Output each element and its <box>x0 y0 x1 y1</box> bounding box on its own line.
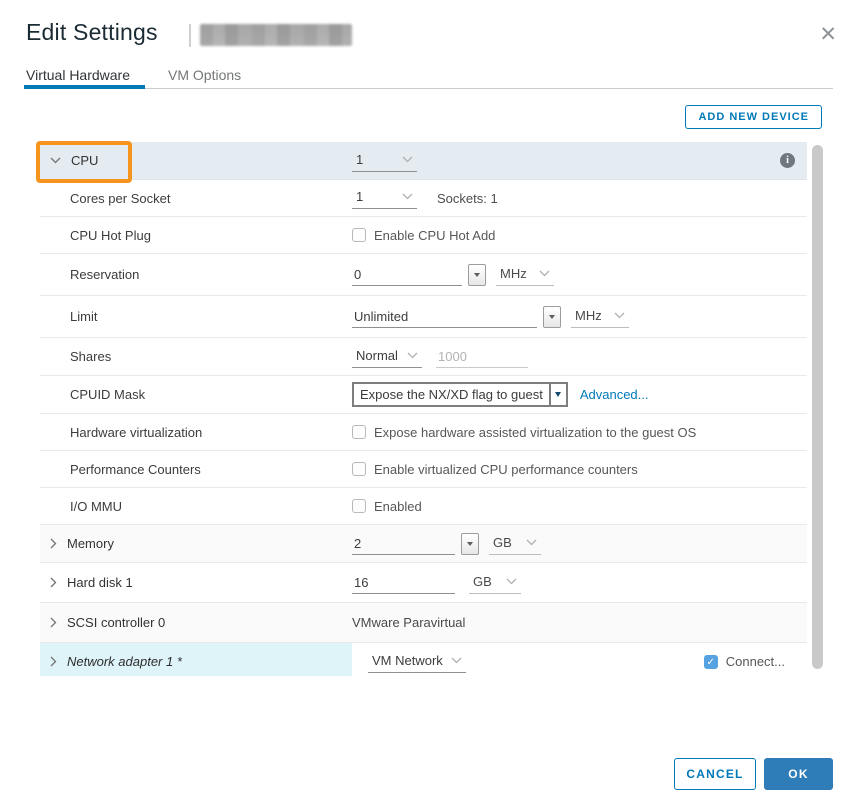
cpu-hot-add-checkbox-label: Enable CPU Hot Add <box>374 228 495 243</box>
network-adapter-label: Network adapter 1 * <box>67 654 182 669</box>
hardware-virtualization-checkbox[interactable] <box>352 425 366 439</box>
memory-unit-select[interactable]: GB <box>489 533 541 555</box>
connect-checkbox[interactable]: ✓ <box>704 655 718 669</box>
row-scsi-controller-0[interactable]: SCSI controller 0 VMware Paravirtual <box>40 603 807 643</box>
chevron-right-icon[interactable] <box>50 656 57 667</box>
scsi-controller-label: SCSI controller 0 <box>67 615 165 630</box>
limit-label: Limit <box>40 309 352 324</box>
cores-per-socket-label: Cores per Socket <box>40 191 352 206</box>
limit-dropdown-button[interactable] <box>543 306 561 328</box>
cpu-count-select[interactable]: 1 <box>352 150 417 172</box>
row-cpuid-mask: CPUID Mask Expose the NX/XD flag to gues… <box>40 376 807 414</box>
chevron-down-icon[interactable] <box>50 157 61 164</box>
page-title: Edit Settings <box>26 19 158 46</box>
virtual-hardware-grid: CPU 1 i Cores per Socket 1 Sockets: 1 <box>40 142 807 676</box>
reservation-input[interactable] <box>352 264 462 286</box>
row-io-mmu: I/O MMU Enabled <box>40 488 807 525</box>
io-mmu-checkbox[interactable] <box>352 499 366 513</box>
row-cpu[interactable]: CPU 1 i <box>40 142 807 180</box>
cores-per-socket-select[interactable]: 1 <box>352 187 417 209</box>
close-icon[interactable]: ✕ <box>819 24 837 45</box>
hardware-virtualization-checkbox-label: Expose hardware assisted virtualization … <box>374 425 696 440</box>
advanced-link[interactable]: Advanced... <box>580 387 649 402</box>
reservation-dropdown-button[interactable] <box>468 264 486 286</box>
row-shares: Shares Normal <box>40 338 807 376</box>
chevron-right-icon[interactable] <box>50 617 57 628</box>
row-performance-counters: Performance Counters Enable virtualized … <box>40 451 807 488</box>
row-hard-disk-1[interactable]: Hard disk 1 GB <box>40 563 807 603</box>
active-tab-underline <box>24 85 145 89</box>
row-reservation: Reservation MHz <box>40 254 807 296</box>
network-select[interactable]: VM Network <box>368 651 466 673</box>
performance-counters-checkbox[interactable] <box>352 462 366 476</box>
vm-name-redacted <box>200 24 352 46</box>
cpu-hot-plug-label: CPU Hot Plug <box>40 228 352 243</box>
performance-counters-label: Performance Counters <box>40 462 352 477</box>
shares-select[interactable]: Normal <box>352 346 422 368</box>
row-cpu-hot-plug: CPU Hot Plug Enable CPU Hot Add <box>40 217 807 254</box>
io-mmu-label: I/O MMU <box>40 499 352 514</box>
memory-dropdown-button[interactable] <box>461 533 479 555</box>
hard-disk-size-input[interactable] <box>352 572 455 594</box>
cpu-label: CPU <box>71 153 98 168</box>
hardware-virtualization-label: Hardware virtualization <box>40 425 352 440</box>
chevron-right-icon[interactable] <box>50 538 57 549</box>
hard-disk-unit-select[interactable]: GB <box>469 572 521 594</box>
title-divider <box>189 24 191 47</box>
scsi-controller-value: VMware Paravirtual <box>352 615 465 630</box>
shares-label: Shares <box>40 349 352 364</box>
hard-disk-1-label: Hard disk 1 <box>67 575 133 590</box>
add-new-device-button[interactable]: ADD NEW DEVICE <box>685 105 822 129</box>
ok-button[interactable]: OK <box>764 758 833 790</box>
sockets-count-text: Sockets: 1 <box>437 191 498 206</box>
reservation-unit-select[interactable]: MHz <box>496 264 554 286</box>
cpuid-mask-label: CPUID Mask <box>40 387 352 402</box>
row-cores-per-socket: Cores per Socket 1 Sockets: 1 <box>40 180 807 217</box>
shares-value-input <box>436 346 528 368</box>
edit-settings-dialog: Edit Settings ✕ Virtual Hardware VM Opti… <box>0 0 857 811</box>
info-icon[interactable]: i <box>780 153 795 168</box>
row-memory[interactable]: Memory GB <box>40 525 807 563</box>
chevron-right-icon[interactable] <box>50 577 57 588</box>
memory-input[interactable] <box>352 533 455 555</box>
cpu-hot-add-checkbox[interactable] <box>352 228 366 242</box>
cpuid-mask-select[interactable]: Expose the NX/XD flag to guest <box>352 382 568 407</box>
performance-counters-checkbox-label: Enable virtualized CPU performance count… <box>374 462 638 477</box>
limit-unit-select[interactable]: MHz <box>571 306 629 328</box>
reservation-label: Reservation <box>40 267 352 282</box>
scrollbar-thumb[interactable] <box>812 145 823 669</box>
row-limit: Limit MHz <box>40 296 807 338</box>
tabs-baseline <box>24 88 833 89</box>
connect-checkbox-label: Connect... <box>726 654 785 669</box>
row-hardware-virtualization: Hardware virtualization Expose hardware … <box>40 414 807 451</box>
io-mmu-checkbox-label: Enabled <box>374 499 422 514</box>
memory-label: Memory <box>67 536 114 551</box>
cancel-button[interactable]: CANCEL <box>674 758 756 790</box>
select-arrow-icon[interactable] <box>549 384 566 405</box>
row-network-adapter-1[interactable]: Network adapter 1 * VM Network ✓ Connect… <box>40 643 807 676</box>
limit-input[interactable] <box>352 306 537 328</box>
